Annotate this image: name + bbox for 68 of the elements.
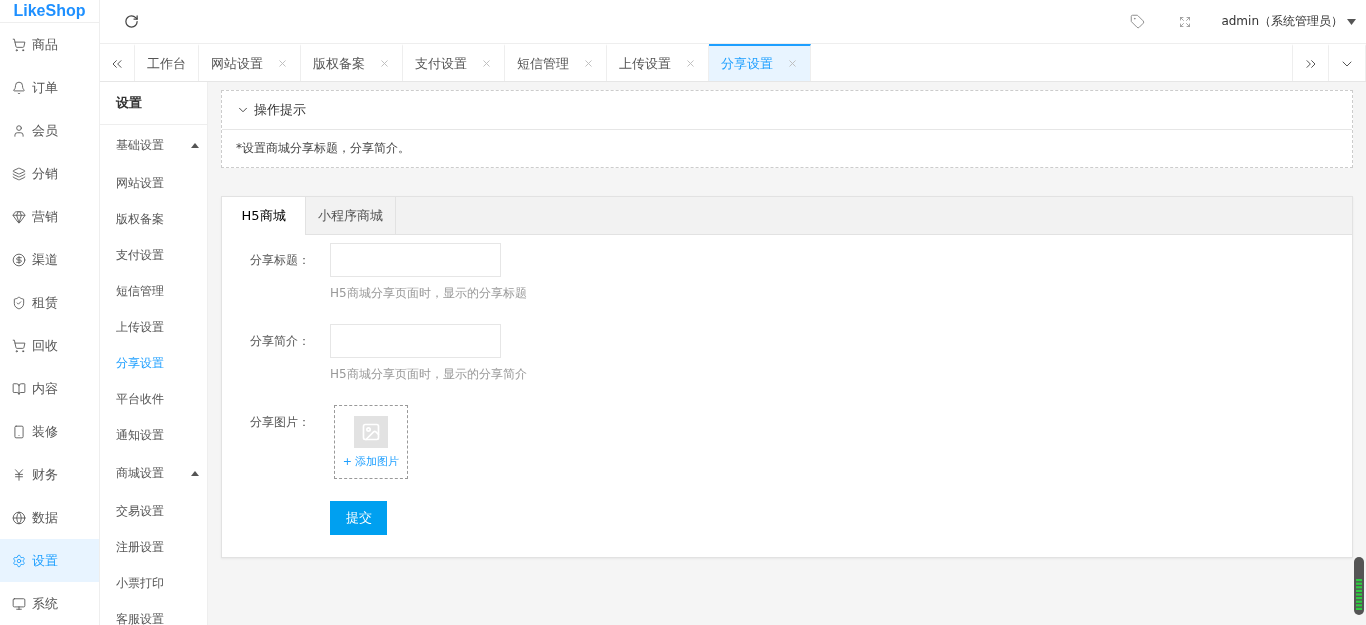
close-icon[interactable]	[583, 58, 594, 69]
sidebar-item[interactable]: 商品	[0, 23, 99, 66]
help-text: H5商城分享页面时，显示的分享简介	[330, 366, 527, 383]
image-placeholder-icon	[354, 415, 388, 448]
sidebar-item[interactable]: 装修	[0, 410, 99, 453]
phone-icon	[12, 424, 26, 439]
book-icon	[12, 381, 26, 396]
user-icon	[12, 123, 26, 138]
subnav-item[interactable]: 客服设置	[100, 601, 207, 625]
subnav-item[interactable]: 支付设置	[100, 237, 207, 273]
shield-icon	[12, 295, 26, 310]
subnav-item[interactable]: 平台收件	[100, 381, 207, 417]
subnav-item[interactable]: 版权备案	[100, 201, 207, 237]
scroll-right-button[interactable]	[1292, 44, 1329, 81]
sidebar-item[interactable]: 财务	[0, 453, 99, 496]
subnav-group[interactable]: 基础设置	[100, 125, 207, 165]
input-field[interactable]	[330, 243, 501, 277]
subnav-item[interactable]: 网站设置	[100, 165, 207, 201]
user-menu[interactable]: admin（系统管理员）	[1221, 13, 1356, 30]
sidebar-item[interactable]: 回收	[0, 324, 99, 367]
caret-icon	[191, 142, 199, 148]
monitor-icon	[12, 596, 26, 611]
input-field[interactable]	[330, 324, 501, 358]
bell-icon	[12, 80, 26, 95]
settings-icon	[12, 553, 26, 568]
caret-icon	[1347, 18, 1356, 25]
sidebar-item[interactable]: 会员	[0, 109, 99, 152]
close-icon[interactable]	[685, 58, 696, 69]
sidebar-item[interactable]: 订单	[0, 66, 99, 109]
tips-text: *设置商城分享标题，分享简介。	[235, 140, 411, 157]
cart-icon	[12, 37, 26, 52]
tag-icon[interactable]	[1130, 14, 1146, 29]
subnav-item[interactable]: 通知设置	[100, 417, 207, 453]
subnav-item[interactable]: 短信管理	[100, 273, 207, 309]
subnav-item[interactable]: 交易设置	[100, 493, 207, 529]
subnav-item[interactable]: 小票打印	[100, 565, 207, 601]
logo: LikeShop	[0, 0, 99, 23]
refresh-icon[interactable]	[124, 14, 139, 29]
sidebar-item[interactable]: 租赁	[0, 281, 99, 324]
cart-icon	[12, 338, 26, 353]
help-text: H5商城分享页面时，显示的分享标题	[330, 285, 527, 302]
subnav-group[interactable]: 商城设置	[100, 453, 207, 493]
subnav-item[interactable]: 注册设置	[100, 529, 207, 565]
subnav-item[interactable]: 上传设置	[100, 309, 207, 345]
sidebar-item[interactable]: 渠道	[0, 238, 99, 281]
sidebar-item[interactable]: 营销	[0, 195, 99, 238]
caret-icon	[191, 470, 199, 476]
dollar-coin-icon	[12, 252, 26, 267]
form-tab[interactable]: 小程序商城	[306, 197, 396, 235]
close-icon[interactable]	[277, 58, 288, 69]
sidebar-item[interactable]: 内容	[0, 367, 99, 410]
field-label: 分享简介：	[249, 333, 311, 350]
tips-header[interactable]: 操作提示	[222, 91, 1352, 130]
sidebar-item[interactable]: 系统	[0, 582, 99, 625]
close-icon[interactable]	[787, 58, 798, 69]
field-label: 分享标题：	[249, 252, 311, 269]
globe-icon	[12, 510, 26, 525]
field-label: 分享图片：	[249, 414, 311, 431]
form-tab[interactable]: H5商城	[222, 197, 306, 235]
sidebar-item[interactable]: 分销	[0, 152, 99, 195]
sidebar-item[interactable]: 数据	[0, 496, 99, 539]
layers-icon	[12, 166, 26, 181]
level-meter-drawing	[1354, 557, 1364, 615]
close-icon[interactable]	[379, 58, 390, 69]
diamond-icon	[12, 209, 26, 224]
subnav-title: 设置	[100, 82, 207, 125]
fullscreen-icon[interactable]	[1179, 15, 1192, 28]
close-icon[interactable]	[481, 58, 492, 69]
